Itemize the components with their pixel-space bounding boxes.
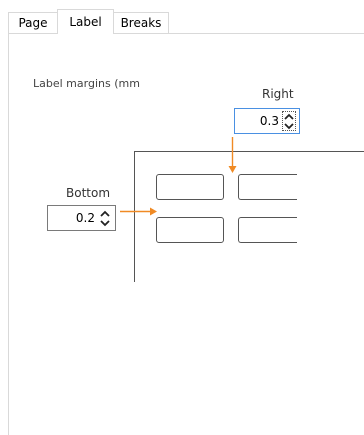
label-cell-2 bbox=[238, 174, 297, 200]
caret-down-icon[interactable] bbox=[282, 121, 296, 131]
tab-page-label: Page bbox=[18, 16, 48, 30]
caret-down-icon[interactable] bbox=[98, 218, 112, 228]
bottom-margin-label: Bottom bbox=[66, 186, 111, 200]
bottom-margin-value[interactable]: 0.2 bbox=[48, 211, 98, 225]
tab-page[interactable]: Page bbox=[8, 12, 58, 33]
label-margins-title: Label margins (mm bbox=[33, 77, 140, 90]
right-margin-spinner[interactable]: 0.3 bbox=[234, 108, 300, 134]
right-margin-label: Right bbox=[262, 87, 294, 101]
label-cell-3 bbox=[156, 217, 224, 243]
right-margin-value[interactable]: 0.3 bbox=[235, 114, 282, 128]
right-margin-stepper[interactable] bbox=[282, 111, 296, 131]
tab-breaks-label: Breaks bbox=[120, 16, 162, 30]
tab-breaks[interactable]: Breaks bbox=[113, 12, 169, 33]
tab-label-label: Label bbox=[69, 15, 102, 29]
bottom-margin-stepper[interactable] bbox=[98, 208, 112, 228]
tab-label[interactable]: Label bbox=[57, 9, 114, 34]
label-cell-1 bbox=[156, 174, 224, 200]
caret-up-icon[interactable] bbox=[282, 111, 296, 121]
bottom-margin-spinner[interactable]: 0.2 bbox=[47, 205, 116, 231]
caret-up-icon[interactable] bbox=[98, 208, 112, 218]
label-cell-4 bbox=[238, 217, 297, 243]
